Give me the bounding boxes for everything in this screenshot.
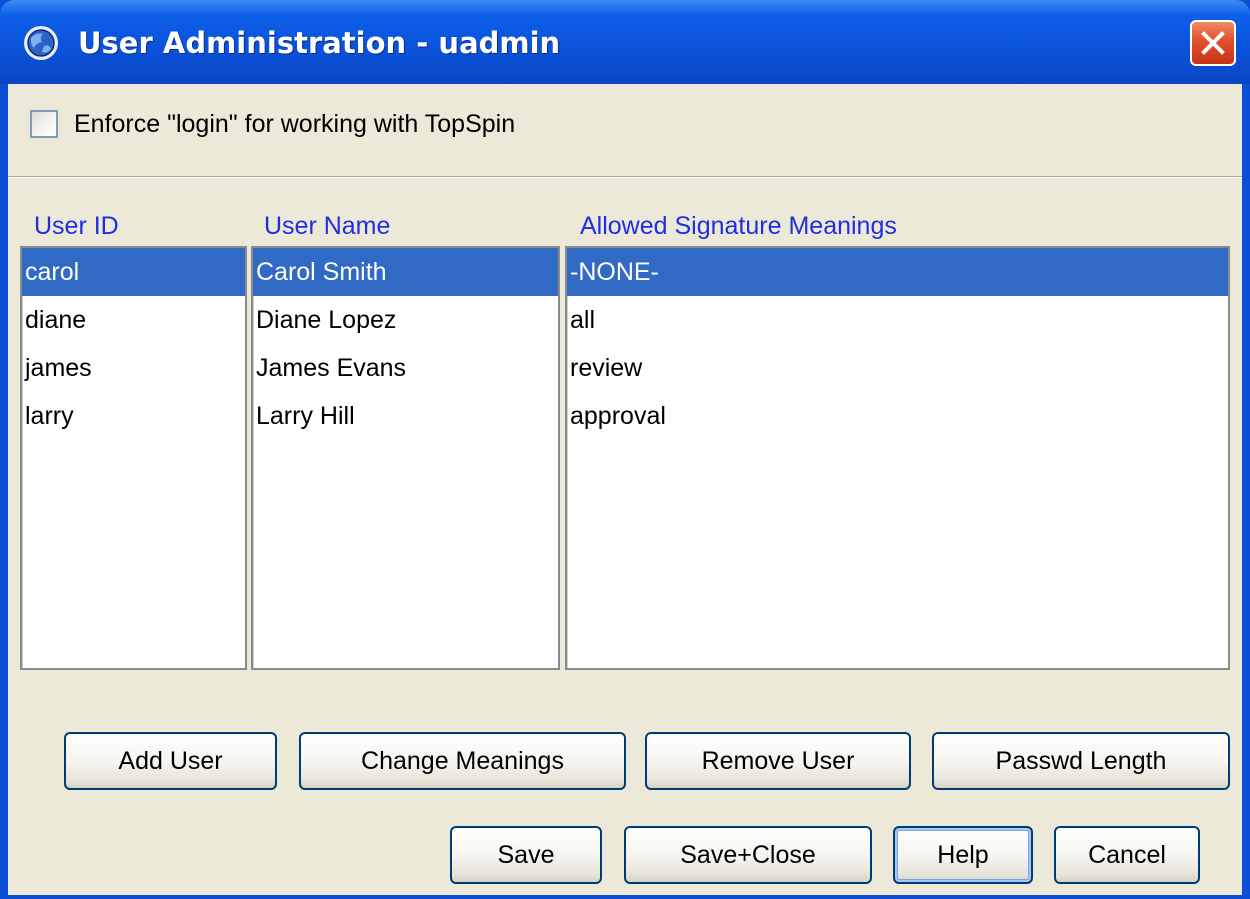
list-item[interactable]: all bbox=[567, 296, 1228, 344]
change-meanings-button[interactable]: Change Meanings bbox=[299, 732, 626, 790]
cancel-button[interactable]: Cancel bbox=[1054, 826, 1200, 884]
meanings-header: Allowed Signature Meanings bbox=[580, 212, 897, 240]
list-item[interactable]: Larry Hill bbox=[253, 392, 558, 440]
title-bar[interactable]: User Administration - uadmin bbox=[0, 0, 1250, 84]
list-item[interactable]: diane bbox=[22, 296, 245, 344]
passwd-length-button[interactable]: Passwd Length bbox=[932, 732, 1230, 790]
close-icon bbox=[1201, 31, 1225, 55]
list-item[interactable]: approval bbox=[567, 392, 1228, 440]
enforce-login-label: Enforce "login" for working with TopSpin bbox=[74, 109, 516, 138]
user-administration-window: User Administration - uadmin Enforce "lo… bbox=[0, 0, 1250, 899]
user-id-list[interactable]: carol diane james larry bbox=[20, 246, 247, 670]
topspin-globe-icon bbox=[24, 26, 58, 60]
window-title: User Administration - uadmin bbox=[78, 26, 561, 60]
save-close-button[interactable]: Save+Close bbox=[624, 826, 872, 884]
user-name-list[interactable]: Carol Smith Diane Lopez James Evans Larr… bbox=[251, 246, 560, 670]
dialog-content: Enforce "login" for working with TopSpin… bbox=[8, 84, 1242, 895]
list-item[interactable]: Carol Smith bbox=[253, 248, 558, 296]
help-button[interactable]: Help bbox=[893, 826, 1033, 884]
enforce-login-checkbox[interactable] bbox=[30, 110, 58, 138]
list-item[interactable]: larry bbox=[22, 392, 245, 440]
list-item[interactable]: -NONE- bbox=[567, 248, 1228, 296]
list-item[interactable]: james bbox=[22, 344, 245, 392]
list-item[interactable]: James Evans bbox=[253, 344, 558, 392]
user-id-header: User ID bbox=[34, 212, 119, 240]
list-item[interactable]: carol bbox=[22, 248, 245, 296]
signature-meanings-list[interactable]: -NONE- all review approval bbox=[565, 246, 1230, 670]
save-button[interactable]: Save bbox=[450, 826, 602, 884]
remove-user-button[interactable]: Remove User bbox=[645, 732, 911, 790]
separator bbox=[8, 176, 1242, 178]
enforce-login-option[interactable]: Enforce "login" for working with TopSpin bbox=[30, 104, 515, 144]
list-item[interactable]: review bbox=[567, 344, 1228, 392]
user-name-header: User Name bbox=[264, 212, 391, 240]
close-button[interactable] bbox=[1190, 20, 1236, 66]
list-item[interactable]: Diane Lopez bbox=[253, 296, 558, 344]
add-user-button[interactable]: Add User bbox=[64, 732, 277, 790]
